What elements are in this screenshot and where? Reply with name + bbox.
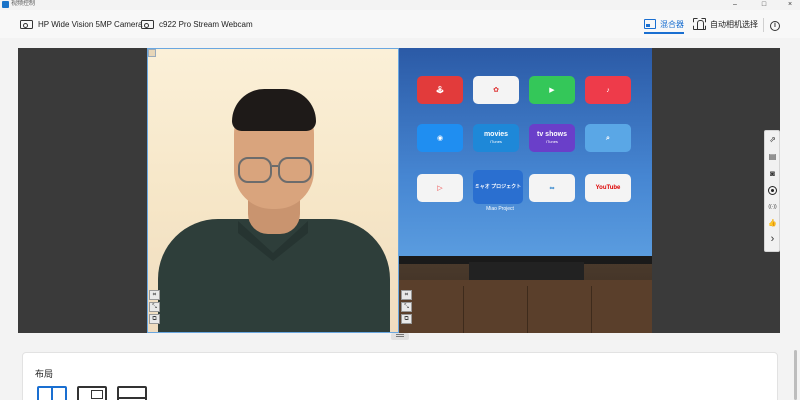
app-tile-infuse: ▷: [417, 174, 463, 202]
camera-tab-hp[interactable]: HP Wide Vision 5MP Camera: [20, 16, 143, 32]
tvshows-label: tv shows: [537, 131, 567, 138]
camera-feed-right[interactable]: 🕹 ✿ ▶ ♪ ◉ movies iTunes tv shows iTunes ⌕ …: [399, 48, 652, 333]
camera-1-icon: [20, 19, 33, 29]
cabinet-seam: [591, 286, 592, 333]
thumbs-up-icon[interactable]: 👍: [768, 219, 777, 228]
face-track-icon: [693, 18, 706, 30]
camera-2-icon: [141, 19, 154, 29]
miao-caption: Miao Project: [486, 206, 514, 212]
fit-icon[interactable]: ⤡: [401, 302, 412, 312]
camera-tab-label: c922 Pro Stream Webcam: [159, 19, 253, 29]
glasses-left-lens: [238, 157, 272, 183]
camera-feed-left[interactable]: [147, 48, 399, 333]
frame-corner-handle[interactable]: [148, 49, 156, 57]
minimize-button[interactable]: –: [725, 0, 745, 10]
glasses-bridge: [272, 165, 278, 167]
fit-icon[interactable]: ⤡: [149, 302, 160, 312]
broadcast-icon[interactable]: ((·)): [768, 203, 777, 212]
camera-icon[interactable]: ◙: [768, 169, 777, 178]
camera-tab-label: HP Wide Vision 5MP Camera: [38, 19, 143, 29]
preview-area: 🕹 ✿ ▶ ♪ ◉ movies iTunes tv shows iTunes ⌕ …: [18, 48, 780, 333]
app-tile-youtube: YouTube: [585, 174, 631, 202]
maximize-button[interactable]: □: [754, 0, 774, 10]
cabinet-seam: [463, 286, 464, 333]
glasses-right-lens: [278, 157, 312, 183]
crop-icon[interactable]: ⌗: [401, 290, 412, 300]
layout-stacked[interactable]: [117, 386, 147, 400]
cabinet-seam: [527, 286, 528, 333]
movies-label: movies: [483, 131, 509, 138]
left-feed-tools: ⌗ ⤡ ⧉: [149, 290, 160, 324]
youtube-label: YouTube: [595, 184, 621, 191]
app-title: 视频控制: [11, 1, 36, 7]
layout-title: 布局: [35, 369, 54, 379]
swap-icon[interactable]: ⧉: [401, 314, 412, 324]
app-tile-arcade: 🕹: [417, 76, 463, 104]
crop-icon[interactable]: ⌗: [149, 290, 160, 300]
auto-camera-select-label: 自动相机选择: [710, 19, 758, 29]
toolbar-divider: [763, 18, 764, 32]
title-bar: 视频控制 – □ ×: [0, 0, 800, 10]
swap-icon[interactable]: ⧉: [149, 314, 160, 324]
app-tile-podcasts: ◉: [417, 124, 463, 152]
mixer-mode-button[interactable]: 混合器: [644, 15, 684, 34]
layout-side-by-side[interactable]: [37, 386, 67, 400]
app-tile-search: ⌕: [585, 124, 631, 152]
record-icon[interactable]: [768, 186, 777, 195]
mixer-icon: [644, 19, 656, 29]
app-tile-facetime: ▶: [529, 76, 575, 104]
app-logo-icon: [2, 1, 9, 8]
chevron-right-icon[interactable]: ›: [768, 234, 777, 245]
app-tile-movies: movies iTunes: [473, 124, 519, 152]
page-scrollbar[interactable]: [794, 350, 797, 400]
layout-panel: 布局: [22, 352, 778, 400]
camera-tab-c922[interactable]: c922 Pro Stream Webcam: [141, 16, 253, 32]
toolbar: HP Wide Vision 5MP Camera c922 Pro Strea…: [0, 10, 800, 38]
tv-stand: [469, 262, 584, 280]
tvshows-sub: iTunes: [546, 139, 558, 144]
mixer-mode-label: 混合器: [660, 19, 684, 29]
share-icon[interactable]: ⇗: [768, 135, 777, 144]
close-button[interactable]: ×: [780, 0, 800, 10]
app-tile-infinity: ∞: [529, 174, 575, 202]
app-tile-tvshows: tv shows iTunes: [529, 124, 575, 152]
movies-sub: iTunes: [490, 139, 502, 144]
side-tool-rail: ⇗ ▤ ◙ ((·)) 👍 ›: [764, 130, 780, 252]
app-tile-photos: ✿: [473, 76, 519, 104]
app-tile-music: ♪: [585, 76, 631, 104]
app-tile-miao: ミャオ プロジェクト: [473, 170, 523, 204]
tv-cabinet: [399, 280, 652, 333]
panel-drag-handle[interactable]: [391, 333, 409, 340]
person-shirt: [158, 219, 390, 332]
info-icon[interactable]: i: [770, 21, 780, 31]
save-icon[interactable]: ▤: [768, 152, 777, 161]
miao-label-jp: ミャオ プロジェクト: [474, 183, 522, 190]
person-hair: [232, 89, 316, 131]
right-feed-tools: ⌗ ⤡ ⧉: [401, 290, 412, 324]
auto-camera-select-button[interactable]: 自动相机选择: [693, 15, 758, 33]
layout-picture-in-picture[interactable]: [77, 386, 107, 400]
